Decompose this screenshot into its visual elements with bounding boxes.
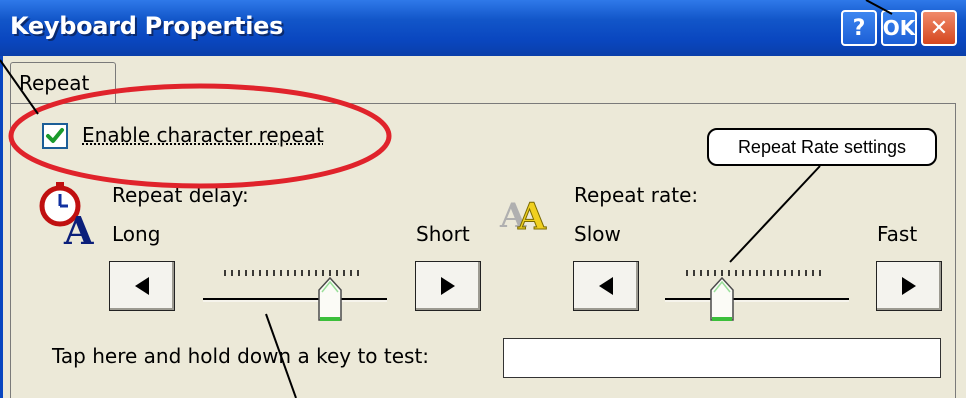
delay-long-label: Long — [112, 222, 161, 246]
left-arrow-icon — [599, 277, 613, 295]
font-aa-icon: A A — [499, 196, 548, 236]
repeat-rate-slider[interactable] — [657, 262, 857, 332]
ok-label: OK — [882, 16, 916, 40]
test-input[interactable] — [503, 338, 941, 378]
delay-increase-button[interactable] — [415, 261, 481, 311]
repeat-rate-label: Repeat rate: — [574, 183, 699, 207]
title-bar[interactable]: Keyboard Properties ? OK ✕ — [0, 0, 966, 56]
checkmark-icon — [46, 128, 64, 143]
svg-text:A: A — [63, 208, 94, 246]
close-button[interactable]: ✕ — [921, 10, 957, 46]
enable-repeat-checkbox[interactable] — [42, 123, 68, 149]
rate-slow-label: Slow — [574, 222, 621, 246]
delay-decrease-button[interactable] — [109, 261, 175, 311]
window-frame — [0, 56, 3, 398]
help-button[interactable]: ? — [841, 10, 877, 46]
right-arrow-icon — [902, 277, 916, 295]
close-icon: ✕ — [929, 15, 949, 41]
stopwatch-icon: A — [39, 182, 94, 246]
repeat-delay-label: Repeat delay: — [112, 183, 249, 207]
right-arrow-icon — [441, 277, 455, 295]
repeat-delay-slider[interactable] — [195, 262, 395, 332]
tab-repeat-label: Repeat — [19, 71, 90, 95]
left-arrow-icon — [135, 277, 149, 295]
rate-decrease-button[interactable] — [573, 261, 639, 311]
keyboard-properties-window: Keyboard Properties ? OK ✕ Repeat Enable… — [0, 0, 966, 398]
slider-thumb[interactable] — [318, 276, 342, 321]
window-title: Keyboard Properties — [10, 12, 284, 40]
svg-text:A: A — [517, 196, 547, 235]
ok-button[interactable]: OK — [881, 10, 917, 46]
rate-increase-button[interactable] — [876, 261, 942, 311]
tab-repeat[interactable]: Repeat — [10, 62, 116, 104]
rate-fast-label: Fast — [877, 222, 918, 246]
enable-repeat-label[interactable]: Enable character repeat — [82, 123, 324, 147]
rate-callout: Repeat Rate settings — [707, 128, 937, 166]
slider-thumb[interactable] — [710, 276, 734, 321]
test-field-label: Tap here and hold down a key to test: — [52, 344, 430, 368]
delay-short-label: Short — [416, 222, 470, 246]
help-icon: ? — [852, 15, 866, 41]
